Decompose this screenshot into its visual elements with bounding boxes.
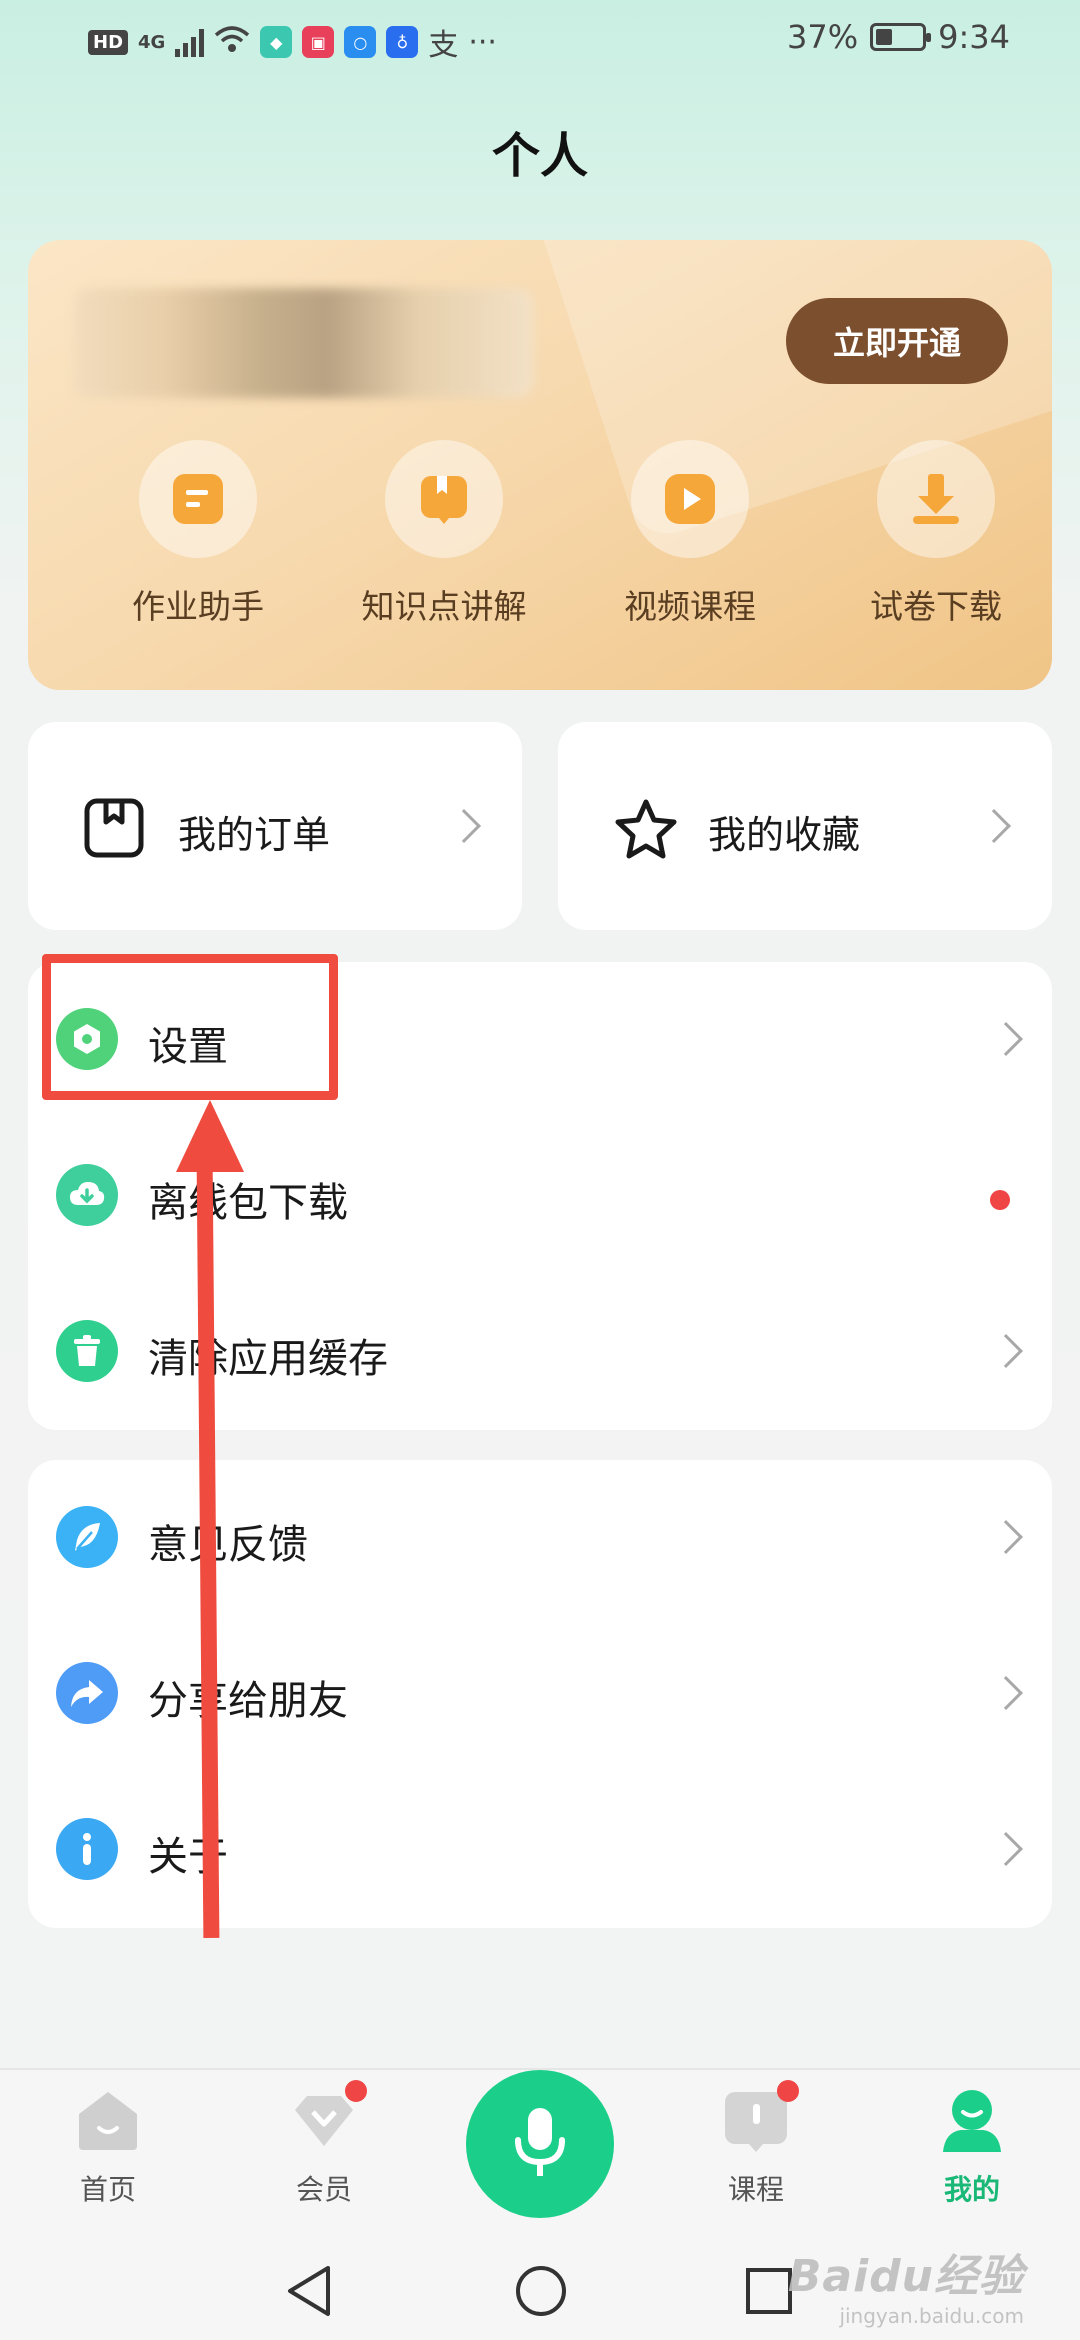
notification-dot bbox=[990, 1190, 1010, 1210]
vip-diamond-icon bbox=[291, 2080, 367, 2154]
tab-courses[interactable]: 课程 bbox=[686, 2080, 826, 2208]
feature-label: 知识点讲解 bbox=[361, 587, 527, 626]
feature-label: 作业助手 bbox=[132, 587, 264, 626]
page-title: 个人 bbox=[491, 128, 588, 184]
menu-item-label: 分享给朋友 bbox=[148, 1678, 348, 1724]
microphone-icon bbox=[515, 2108, 565, 2176]
annotation-highlight-box bbox=[42, 954, 338, 1100]
menu-item-about[interactable]: 关于 bbox=[28, 1772, 1052, 1928]
menu-item-label: 意见反馈 bbox=[148, 1522, 308, 1568]
cloud-download-icon bbox=[56, 1164, 118, 1226]
open-vip-button[interactable]: 立即开通 bbox=[786, 298, 1008, 384]
my-favorites-label: 我的收藏 bbox=[708, 813, 861, 857]
feature-knowledge-points[interactable]: 知识点讲解 bbox=[344, 440, 544, 628]
status-bar: HD 4G ◆ ▣ ○ ♁ 支 ··· 37% 9:34 bbox=[0, 0, 1080, 80]
my-orders-label: 我的订单 bbox=[178, 813, 331, 857]
tab-label: 首页 bbox=[79, 2173, 136, 2206]
order-bookmark-icon bbox=[84, 798, 144, 858]
home-icon bbox=[75, 2088, 141, 2154]
ime-indicator: 支 bbox=[428, 28, 459, 63]
my-favorites-card[interactable]: 我的收藏 bbox=[558, 722, 1052, 930]
menu-item-share[interactable]: 分享给朋友 bbox=[28, 1616, 1052, 1772]
notification-dot bbox=[345, 2080, 367, 2102]
feature-label: 视频课程 bbox=[624, 587, 756, 626]
menu-item-feedback[interactable]: 意见反馈 bbox=[28, 1460, 1052, 1616]
voice-search-button[interactable] bbox=[466, 2070, 614, 2218]
reader-app-icon: ▣ bbox=[302, 26, 335, 58]
status-right: 37% 9:34 bbox=[787, 18, 1010, 56]
more-notifications: ··· bbox=[468, 24, 497, 60]
battery-percent: 37% bbox=[787, 18, 859, 56]
watermark-sub: jingyan.baidu.com bbox=[839, 2304, 1024, 2328]
watermark-main: Baidu经验 bbox=[787, 2251, 1024, 2302]
menu-item-label: 清除应用缓存 bbox=[148, 1336, 388, 1382]
feature-label: 试卷下载 bbox=[870, 587, 1002, 626]
nav-home-icon[interactable] bbox=[506, 2256, 576, 2326]
course-icon bbox=[723, 2080, 799, 2154]
chevron-right-icon bbox=[989, 1334, 1023, 1368]
feature-video-courses[interactable]: 视频课程 bbox=[590, 440, 790, 628]
tab-me[interactable]: 我的 bbox=[902, 2088, 1042, 2208]
notification-dot bbox=[777, 2080, 799, 2102]
chevron-right-icon bbox=[977, 809, 1011, 843]
feather-icon bbox=[56, 1506, 118, 1568]
homework-icon bbox=[139, 440, 257, 558]
menu-item-label: 离线包下载 bbox=[148, 1180, 348, 1226]
network-type: 4G bbox=[138, 31, 166, 53]
battery-icon bbox=[870, 23, 932, 51]
annotation-arrow-head bbox=[176, 1100, 244, 1172]
search-app-icon: ○ bbox=[344, 26, 377, 58]
chevron-right-icon bbox=[989, 1520, 1023, 1554]
hd-indicator: HD bbox=[88, 29, 129, 55]
app-notification-icon: ◆ bbox=[260, 26, 293, 58]
share-icon bbox=[56, 1662, 118, 1724]
profile-icon bbox=[939, 2088, 1005, 2154]
chevron-right-icon bbox=[989, 1832, 1023, 1866]
trash-icon bbox=[56, 1320, 118, 1382]
signal-icon bbox=[175, 27, 205, 57]
chevron-right-icon bbox=[989, 1022, 1023, 1056]
info-icon bbox=[56, 1818, 118, 1880]
tab-label: 会员 bbox=[295, 2173, 352, 2206]
tab-label: 我的 bbox=[943, 2173, 1000, 2206]
play-icon bbox=[631, 440, 749, 558]
bulb-app-icon: ♁ bbox=[386, 26, 419, 58]
tab-vip[interactable]: 会员 bbox=[254, 2080, 394, 2208]
tab-home[interactable]: 首页 bbox=[38, 2088, 178, 2208]
baidu-watermark: Baidu经验 jingyan.baidu.com bbox=[788, 2240, 1024, 2328]
menu-group-misc: 意见反馈 分享给朋友 关于 bbox=[28, 1460, 1052, 1928]
chevron-right-icon bbox=[989, 1676, 1023, 1710]
star-icon bbox=[614, 798, 677, 859]
download-icon bbox=[877, 440, 995, 558]
vip-card: 立即开通 作业助手 知识点讲解 视频课程 试卷下载 bbox=[28, 240, 1052, 690]
feature-paper-download[interactable]: 试卷下载 bbox=[836, 440, 1036, 628]
menu-item-clear-cache[interactable]: 清除应用缓存 bbox=[28, 1274, 1052, 1430]
tab-label: 课程 bbox=[727, 2173, 784, 2206]
wifi-icon bbox=[214, 25, 250, 59]
clock: 9:34 bbox=[938, 18, 1010, 56]
nav-back-icon[interactable] bbox=[274, 2256, 344, 2326]
chevron-right-icon bbox=[447, 809, 481, 843]
book-icon bbox=[385, 440, 503, 558]
my-orders-card[interactable]: 我的订单 bbox=[28, 722, 522, 930]
feature-homework-helper[interactable]: 作业助手 bbox=[98, 440, 298, 628]
blurred-user-info[interactable] bbox=[74, 288, 534, 398]
status-left: HD 4G ◆ ▣ ○ ♁ 支 ··· bbox=[88, 20, 497, 64]
